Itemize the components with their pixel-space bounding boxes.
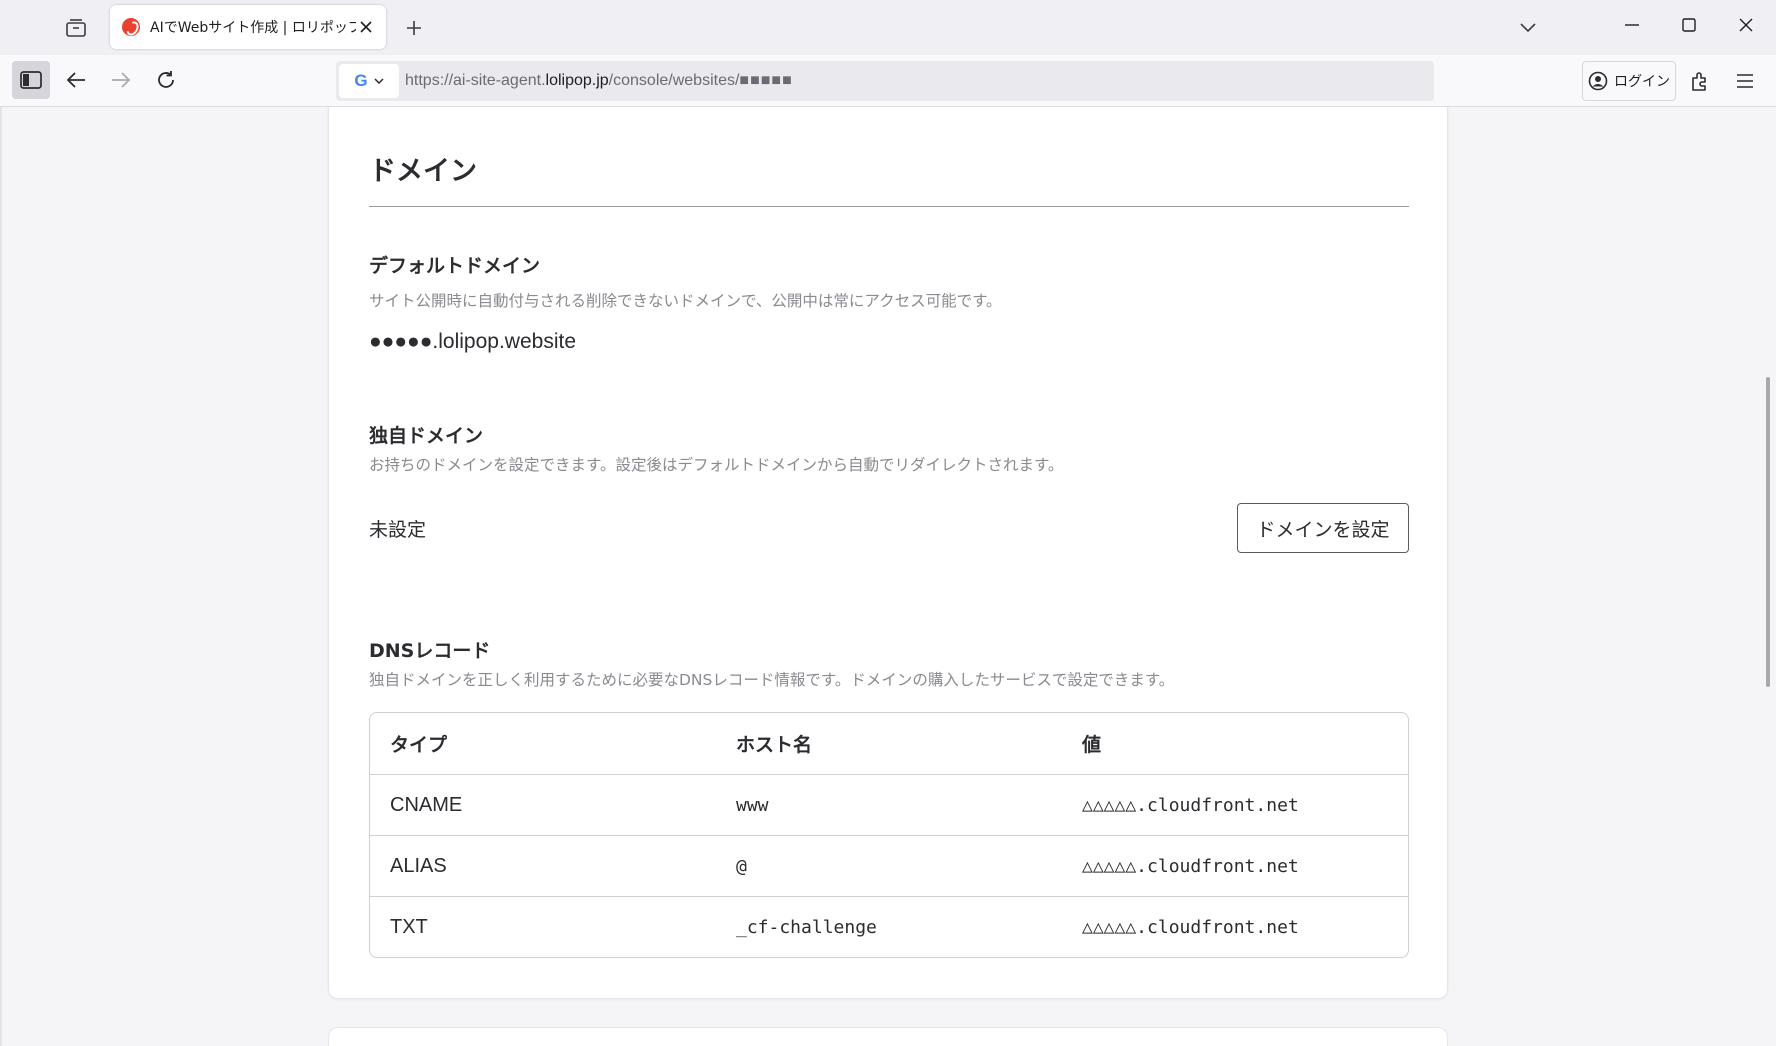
custom-domain-heading: 独自ドメイン [369,425,484,447]
record-value: △△△△△.cloudfront.net [1082,794,1299,816]
tab-overview-button[interactable] [60,12,92,44]
record-type: TXT [390,915,428,938]
tab-strip: AIでWebサイト作成 | ロリポップAIサ [0,0,1776,55]
record-type: ALIAS [390,854,447,877]
record-host: @ [736,855,747,877]
url-path: /console/websites/ [608,72,740,89]
page-scrollbar[interactable] [1766,377,1770,687]
arrow-left-icon [66,72,85,88]
column-header-value: 値 [1082,734,1102,756]
table-row: ALIAS @ △△△△△.cloudfront.net [370,835,1408,896]
tab-close-icon[interactable] [356,17,376,37]
set-domain-button[interactable]: ドメインを設定 [1237,503,1409,553]
record-type: CNAME [390,793,463,816]
dns-records-description: 独自ドメインを正しく利用するために必要なDNSレコード情報です。ドメインの購入し… [369,671,1175,689]
divider [369,206,1409,207]
back-button[interactable] [57,61,95,99]
record-host: www [736,794,769,816]
record-value: △△△△△.cloudfront.net [1082,916,1299,938]
reload-button[interactable] [147,61,185,99]
page-content: ドメイン デフォルトドメイン サイト公開時に自動付与される削除できないドメインで… [0,107,1776,1046]
column-header-host: ホスト名 [736,734,813,756]
record-host: _cf-challenge [736,916,877,938]
url-text[interactable]: https://ai-site-agent.lolipop.jp/console… [405,72,793,90]
record-value: △△△△△.cloudfront.net [1082,855,1299,877]
table-row: CNAME www △△△△△.cloudfront.net [370,774,1408,835]
plus-icon [407,21,421,35]
tab-title: AIでWebサイト作成 | ロリポップAIサ [150,20,356,36]
google-icon: G [354,71,368,90]
table-row: TXT _cf-challenge △△△△△.cloudfront.net [370,896,1408,957]
new-tab-button[interactable] [398,12,430,44]
hamburger-menu-icon [1737,74,1753,88]
close-icon [1739,18,1753,32]
navigation-toolbar: G https://ai-site-agent.lolipop.jp/conso… [0,55,1776,107]
maximize-icon [1682,18,1696,32]
active-tab[interactable]: AIでWebサイト作成 | ロリポップAIサ [110,5,386,49]
login-label: ログイン [1614,74,1670,90]
column-header-type: タイプ [390,734,448,756]
app-menu-button[interactable] [1727,63,1763,99]
window-close-button[interactable] [1719,0,1773,50]
login-button[interactable]: ログイン [1582,61,1676,101]
chevron-down-icon [1520,23,1536,33]
next-card [328,1027,1448,1046]
tab-overview-icon [66,19,86,37]
sidebar-toggle-button[interactable] [12,61,50,99]
dns-records-heading: DNSレコード [369,640,491,662]
lolipop-favicon-icon [122,18,140,36]
reload-icon [158,71,174,88]
address-bar[interactable]: G https://ai-site-agent.lolipop.jp/conso… [336,61,1434,101]
custom-domain-description: お持ちのドメインを設定できます。設定後はデフォルトドメインから自動でリダイレクト… [369,456,1064,474]
extensions-button[interactable] [1682,63,1718,99]
dns-records-table: タイプ ホスト名 値 CNAME www △△△△△.cloudfront.ne… [369,712,1409,958]
url-domain: lolipop.jp [545,72,609,89]
domain-card: ドメイン デフォルトドメイン サイト公開時に自動付与される削除できないドメインで… [328,107,1448,999]
search-engine-button[interactable]: G [339,64,399,98]
account-icon [1588,71,1608,91]
chevron-down-icon [374,78,384,84]
sidebar-icon [20,71,42,89]
minimize-button[interactable] [1605,0,1659,50]
table-header-row: タイプ ホスト名 値 [370,713,1408,774]
list-all-tabs-button[interactable] [1512,12,1544,44]
forward-button[interactable] [102,61,140,99]
minimize-icon [1625,24,1639,26]
custom-domain-status: 未設定 [369,519,427,541]
url-masked-id: ■■■■■ [739,72,793,89]
default-domain-value: ●●●●●.lolipop.website [369,330,577,353]
puzzle-icon [1692,72,1706,91]
arrow-right-icon [112,72,131,88]
maximize-button[interactable] [1662,0,1716,50]
default-domain-heading: デフォルトドメイン [369,255,541,277]
section-title: ドメイン [369,156,477,187]
url-prefix: https://ai-site-agent. [405,72,546,89]
default-domain-description: サイト公開時に自動付与される削除できないドメインで、公開中は常にアクセス可能です… [369,292,1002,310]
